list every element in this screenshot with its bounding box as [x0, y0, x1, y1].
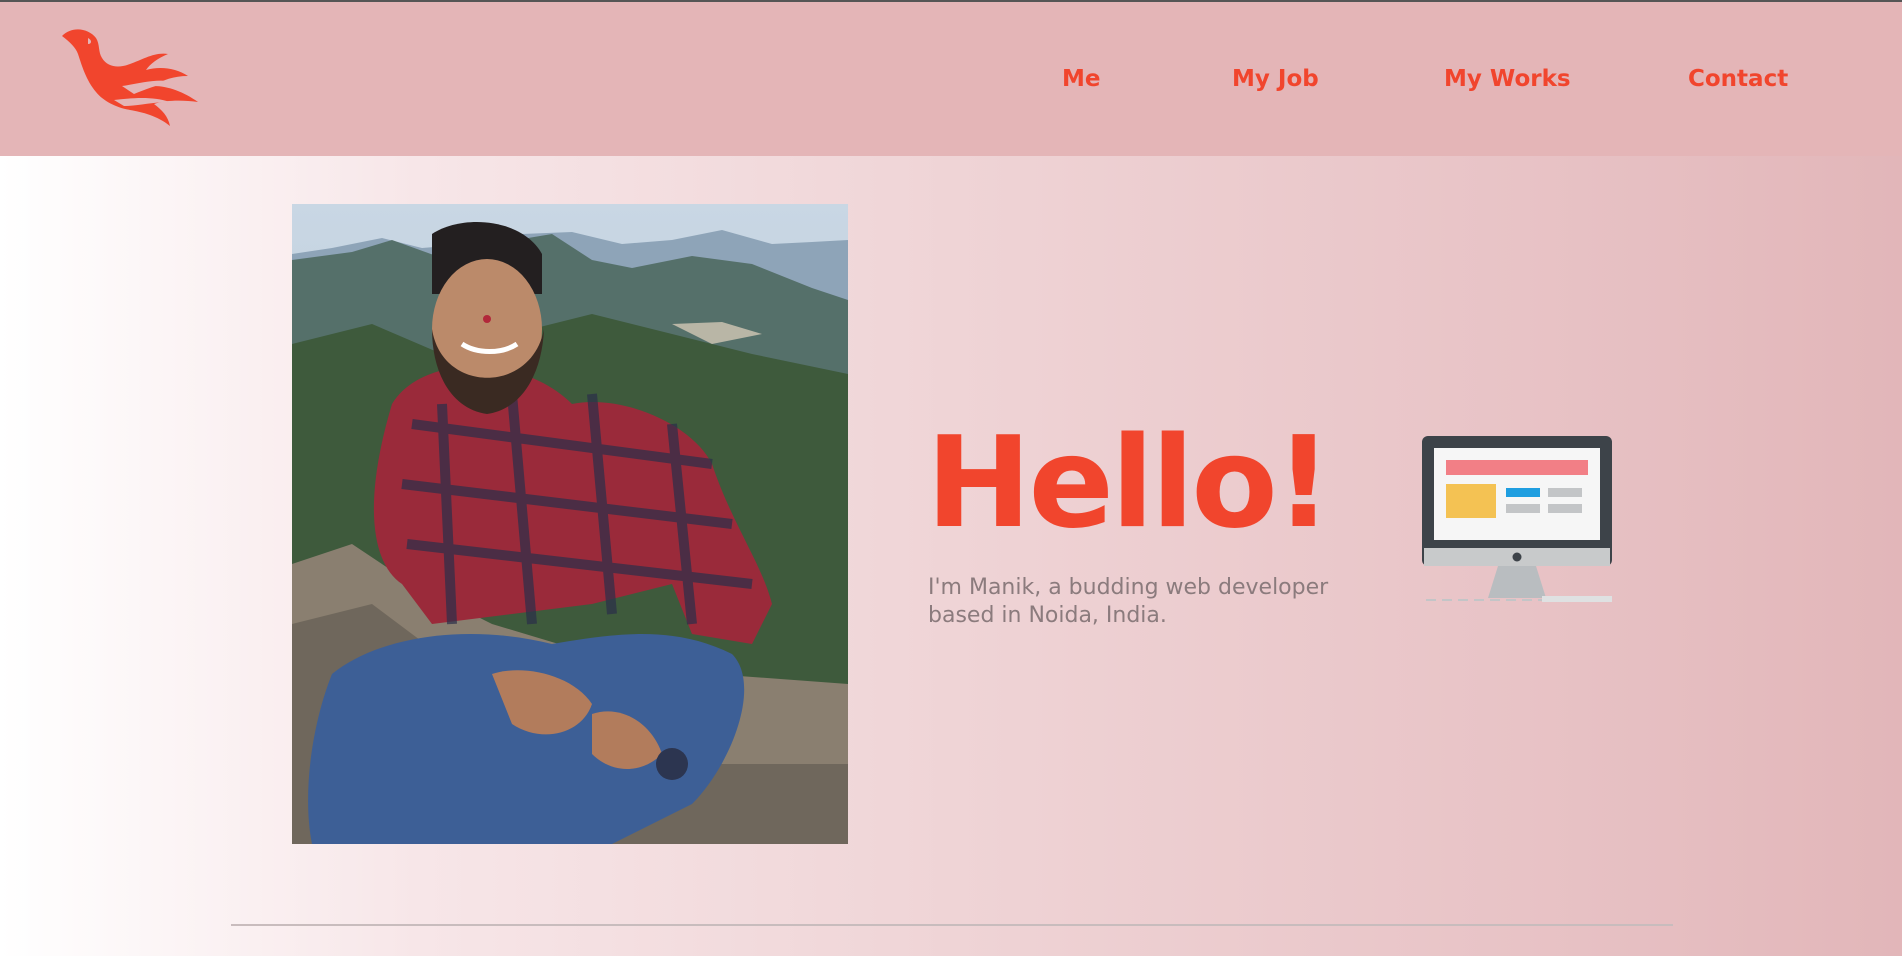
profile-photo — [292, 204, 848, 844]
navbar: Me My Job My Works Contact — [0, 2, 1902, 156]
desktop-monitor-icon — [1422, 436, 1612, 602]
section-divider — [231, 924, 1673, 926]
nav-link-my-job[interactable]: My Job — [1232, 66, 1319, 92]
nav-link-contact[interactable]: Contact — [1688, 66, 1788, 92]
hero-heading: Hello! — [926, 409, 1332, 556]
nav-link-my-works[interactable]: My Works — [1444, 66, 1571, 92]
phoenix-logo-icon[interactable] — [58, 22, 204, 128]
nav-link-me[interactable]: Me — [1062, 66, 1101, 92]
hero-intro-text: I'm Manik, a budding web developer based… — [928, 575, 1329, 628]
